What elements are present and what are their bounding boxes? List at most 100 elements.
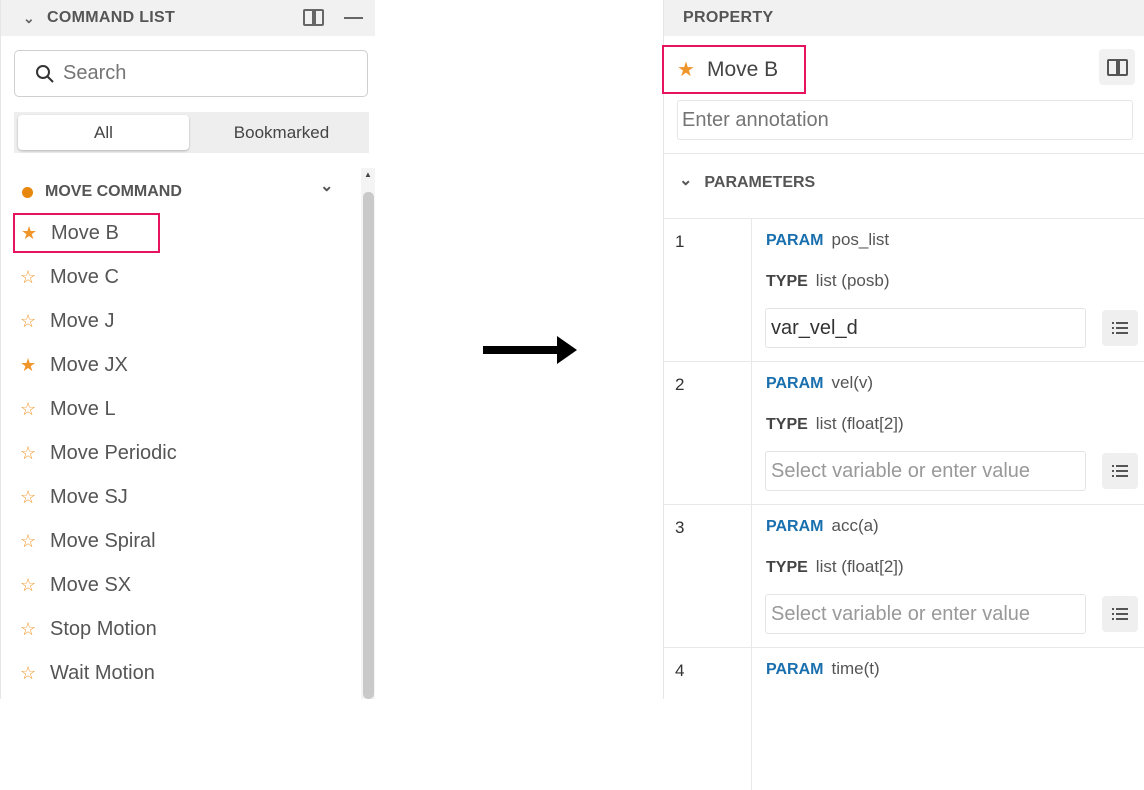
- param-name-row: PARAM time(t): [766, 659, 880, 679]
- divider: [751, 218, 752, 361]
- list-item[interactable]: ★ Move JX: [14, 345, 344, 385]
- list-item[interactable]: ☆ Move L: [14, 389, 344, 429]
- star-outline-icon[interactable]: ☆: [20, 311, 50, 332]
- param-index: 2: [675, 375, 685, 394]
- star-outline-icon[interactable]: ☆: [20, 663, 50, 684]
- item-label: Move J: [50, 309, 115, 332]
- param-name-row: PARAM vel(v): [766, 373, 873, 393]
- panel-title: COMMAND LIST: [47, 9, 176, 26]
- param-type: list (posb): [815, 271, 890, 290]
- param-type: list (float[2]): [815, 557, 904, 576]
- param-name-row: PARAM acc(a): [766, 516, 879, 536]
- filter-tabs: All Bookmarked: [14, 112, 369, 153]
- param-value-input[interactable]: Select variable or enter value: [765, 451, 1086, 491]
- item-label: Move B: [51, 221, 119, 244]
- section-move-command[interactable]: MOVE COMMAND ⌄: [22, 178, 342, 204]
- param-placeholder: Select variable or enter value: [771, 459, 1031, 482]
- command-name: Move B: [707, 57, 779, 81]
- star-filled-icon[interactable]: ★: [21, 223, 51, 244]
- section-dot-icon: [22, 186, 33, 198]
- divider: [751, 361, 752, 504]
- item-label: Move JX: [50, 353, 128, 376]
- variable-list-button[interactable]: [1102, 310, 1138, 346]
- type-label: TYPE: [766, 273, 808, 290]
- star-outline-icon[interactable]: ☆: [20, 487, 50, 508]
- chevron-down-icon[interactable]: ⌄: [320, 176, 333, 196]
- divider: [664, 361, 1144, 362]
- param-type-row: TYPE list (float[2]): [766, 557, 904, 577]
- param-label: PARAM: [766, 375, 824, 392]
- param-label: PARAM: [766, 232, 824, 249]
- tab-all[interactable]: All: [18, 115, 189, 150]
- command-title: ★ Move B: [662, 45, 806, 94]
- param-value-input[interactable]: Select variable or enter value: [765, 594, 1086, 634]
- list-item[interactable]: ★ Move B: [13, 213, 160, 253]
- param-name: time(t): [831, 659, 880, 678]
- collapse-chevron-icon[interactable]: ⌄: [23, 10, 35, 27]
- chevron-down-icon: ⌄: [679, 172, 693, 189]
- list-item[interactable]: ☆ Move SX: [14, 565, 344, 605]
- list-item[interactable]: ☆ Move Periodic: [14, 433, 344, 473]
- list-item[interactable]: ☆ Stop Motion: [14, 609, 344, 649]
- item-label: Move Periodic: [50, 441, 177, 464]
- param-label: PARAM: [766, 518, 824, 535]
- item-label: Move L: [50, 397, 116, 420]
- param-placeholder: Select variable or enter value: [771, 602, 1031, 625]
- list-icon: [1112, 608, 1128, 620]
- item-label: Wait Motion: [50, 661, 155, 684]
- param-type-row: TYPE list (posb): [766, 271, 889, 291]
- type-label: TYPE: [766, 559, 808, 576]
- variable-list-button[interactable]: [1102, 596, 1138, 632]
- param-label: PARAM: [766, 661, 824, 678]
- list-item[interactable]: ☆ Wait Motion: [14, 653, 344, 693]
- star-outline-icon[interactable]: ☆: [20, 267, 50, 288]
- variable-list-button[interactable]: [1102, 453, 1138, 489]
- param-name-row: PARAM pos_list: [766, 230, 889, 250]
- divider: [751, 647, 752, 790]
- param-index: 1: [675, 232, 685, 251]
- star-outline-icon[interactable]: ☆: [20, 443, 50, 464]
- property-header: PROPERTY: [664, 0, 1144, 36]
- panel-title: PROPERTY: [683, 9, 774, 26]
- minimize-icon[interactable]: [344, 17, 363, 19]
- list-item[interactable]: ☆ Move SJ: [14, 477, 344, 517]
- divider: [664, 218, 1144, 219]
- item-label: Move Spiral: [50, 529, 156, 552]
- scroll-up-icon[interactable]: ▲: [364, 170, 372, 179]
- list-icon: [1112, 465, 1128, 477]
- tab-bookmarked[interactable]: Bookmarked: [194, 115, 369, 150]
- item-label: Move SJ: [50, 485, 128, 508]
- annotation-input[interactable]: [677, 100, 1133, 140]
- item-label: Move C: [50, 265, 119, 288]
- parameters-header[interactable]: ⌄ PARAMETERS: [679, 172, 816, 192]
- parameters-title: PARAMETERS: [704, 174, 816, 191]
- manual-button[interactable]: [1099, 49, 1135, 85]
- star-outline-icon[interactable]: ☆: [20, 531, 50, 552]
- divider: [664, 647, 1144, 648]
- param-index: 4: [675, 661, 685, 680]
- command-list-header: ⌄ COMMAND LIST: [1, 0, 375, 36]
- star-outline-icon[interactable]: ☆: [20, 575, 50, 596]
- param-value: var_vel_d: [771, 316, 858, 339]
- list-item[interactable]: ☆ Move J: [14, 301, 344, 341]
- star-outline-icon[interactable]: ☆: [20, 399, 50, 420]
- search-box[interactable]: [14, 50, 368, 97]
- book-icon: [1106, 58, 1128, 76]
- book-icon[interactable]: [303, 9, 324, 26]
- star-outline-icon[interactable]: ☆: [20, 619, 50, 640]
- section-title: MOVE COMMAND: [45, 183, 182, 200]
- divider: [664, 153, 1144, 154]
- arrow-right-icon: [483, 336, 577, 364]
- param-name: pos_list: [831, 230, 890, 249]
- star-filled-icon[interactable]: ★: [20, 355, 50, 376]
- star-filled-icon[interactable]: ★: [677, 57, 707, 82]
- scrollbar-thumb[interactable]: [363, 192, 374, 699]
- param-name: vel(v): [831, 373, 874, 392]
- divider: [751, 504, 752, 647]
- list-item[interactable]: ☆ Move C: [14, 257, 344, 297]
- param-type-row: TYPE list (float[2]): [766, 414, 904, 434]
- param-type: list (float[2]): [815, 414, 904, 433]
- list-item[interactable]: ☆ Move Spiral: [14, 521, 344, 561]
- param-value-input[interactable]: var_vel_d: [765, 308, 1086, 348]
- search-input[interactable]: [63, 62, 343, 85]
